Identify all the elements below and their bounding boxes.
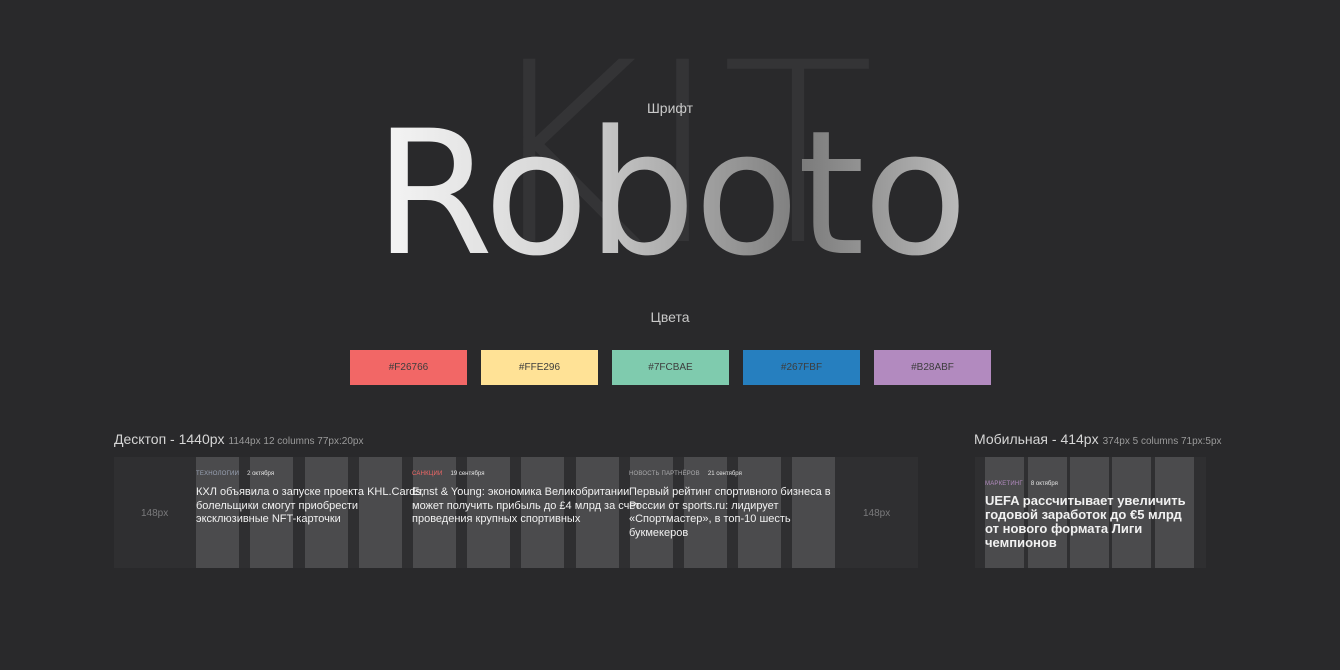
mobile-grid-title: Мобильная - 414px 374px 5 columns 71px:5p… bbox=[974, 431, 1222, 447]
card-meta: САНКЦИИ 19 сентября bbox=[412, 471, 642, 477]
left-margin-label: 148px bbox=[141, 508, 169, 519]
color-swatch: #FFE296 bbox=[481, 350, 598, 385]
card-date: 8 октября bbox=[1030, 481, 1058, 487]
card-meta: НОВОСТЬ ПАРТНЁРОВ 21 сентября bbox=[629, 471, 841, 477]
mobile-grid-meta: 374px 5 columns 71px:5px bbox=[1102, 436, 1222, 447]
card-title: КХЛ объявила о запуске проекта KHL.Cards… bbox=[196, 486, 424, 525]
right-margin-label: 148px bbox=[863, 508, 891, 519]
card-title: UEFA рассчитывает увеличить годовой зара… bbox=[985, 493, 1186, 550]
color-swatch: #F26766 bbox=[350, 350, 467, 385]
news-card[interactable]: НОВОСТЬ ПАРТНЁРОВ 21 сентября Первый рей… bbox=[629, 471, 841, 540]
typeface-name: Roboto bbox=[0, 108, 1340, 280]
card-category: МАРКЕТИНГ bbox=[985, 481, 1023, 487]
news-card-mobile[interactable]: МАРКЕТИНГ 8 октября UEFA рассчитывает ув… bbox=[985, 481, 1195, 550]
desktop-grid-name: Десктоп - 1440px bbox=[114, 431, 225, 447]
card-date: 2 октября bbox=[247, 471, 275, 477]
desktop-grid-panel: 148px 148px ТЕХНОЛОГИИ 2 октября КХЛ объ… bbox=[114, 457, 918, 568]
desktop-grid-meta: 1144px 12 columns 77px:20px bbox=[228, 436, 364, 447]
color-swatches: #F26766 #FFE296 #7FCBAE #267FBF #B28ABF bbox=[350, 350, 991, 385]
card-category: САНКЦИИ bbox=[412, 471, 443, 477]
card-date: 21 сентября bbox=[707, 471, 742, 477]
swatch-hex-label: #7FCBAE bbox=[648, 362, 693, 373]
desktop-grid-title: Десктоп - 1440px 1144px 12 columns 77px:2… bbox=[114, 431, 363, 447]
news-card[interactable]: ТЕХНОЛОГИИ 2 октября КХЛ объявила о запу… bbox=[196, 471, 426, 527]
color-swatch: #B28ABF bbox=[874, 350, 991, 385]
color-swatch: #267FBF bbox=[743, 350, 860, 385]
card-title: Первый рейтинг спортивного бизнеса в Рос… bbox=[629, 486, 831, 539]
card-meta: МАРКЕТИНГ 8 октября bbox=[985, 481, 1195, 487]
mobile-grid-name: Мобильная - 414px bbox=[974, 431, 1099, 447]
card-meta: ТЕХНОЛОГИИ 2 октября bbox=[196, 471, 426, 477]
color-swatch: #7FCBAE bbox=[612, 350, 729, 385]
news-card[interactable]: САНКЦИИ 19 сентября Ernst & Young: эконо… bbox=[412, 471, 642, 527]
colors-section-caption: Цвета bbox=[650, 309, 690, 325]
swatch-hex-label: #FFE296 bbox=[518, 362, 561, 373]
mobile-grid-panel: МАРКЕТИНГ 8 октября UEFA рассчитывает ув… bbox=[975, 457, 1206, 568]
swatch-hex-label: #267FBF bbox=[780, 362, 823, 373]
card-category: НОВОСТЬ ПАРТНЁРОВ bbox=[629, 471, 700, 477]
swatch-hex-label: #B28ABF bbox=[911, 362, 954, 373]
card-title: Ernst & Young: экономика Великобритании … bbox=[412, 486, 641, 525]
card-category: ТЕХНОЛОГИИ bbox=[196, 471, 240, 477]
swatch-hex-label: #F26766 bbox=[388, 362, 429, 373]
card-date: 19 сентября bbox=[450, 471, 485, 477]
